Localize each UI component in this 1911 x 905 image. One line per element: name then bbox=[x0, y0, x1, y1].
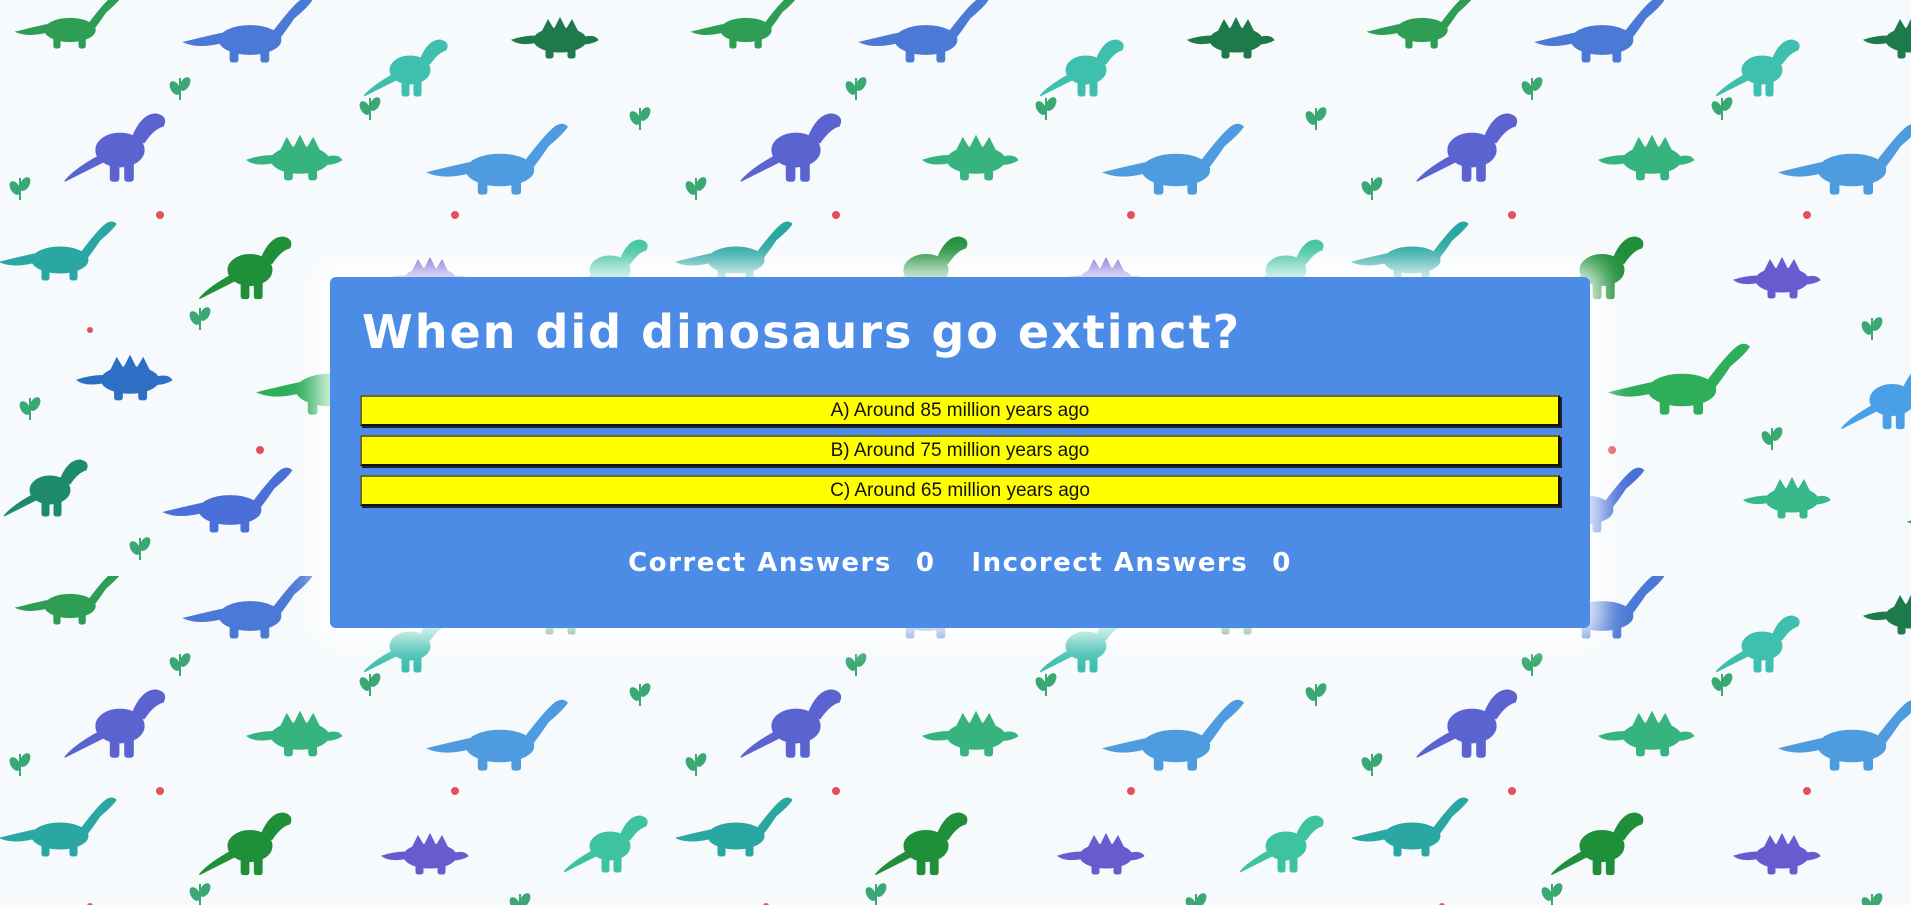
question-title: When did dinosaurs go extinct? bbox=[362, 305, 1242, 359]
answer-a-button[interactable]: A) Around 85 million years ago bbox=[360, 395, 1560, 426]
answer-b-button[interactable]: B) Around 75 million years ago bbox=[360, 435, 1560, 466]
answer-c-button[interactable]: C) Around 65 million years ago bbox=[360, 475, 1560, 506]
incorrect-answers-count: 0 bbox=[1272, 548, 1292, 578]
correct-answers-label: Correct Answers bbox=[628, 548, 892, 578]
correct-answers-count: 0 bbox=[915, 548, 936, 578]
score-bar: Correct Answers 0 Incorect Answers 0 bbox=[330, 548, 1590, 578]
quiz-card: When did dinosaurs go extinct? A) Around… bbox=[330, 277, 1590, 628]
incorrect-answers-label: Incorect Answers bbox=[971, 548, 1249, 578]
answer-list: A) Around 85 million years ago B) Around… bbox=[360, 395, 1560, 515]
